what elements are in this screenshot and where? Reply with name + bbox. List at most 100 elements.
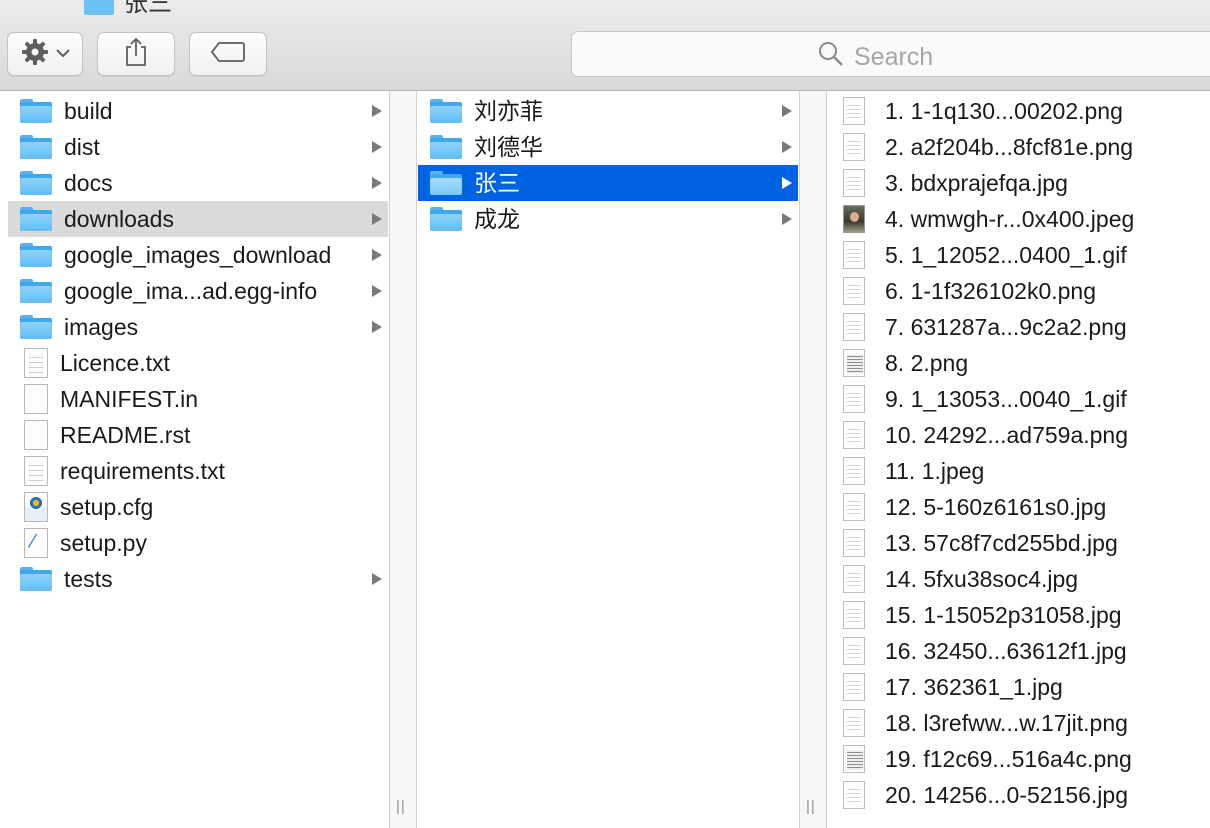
item-label: 20. 14256...0-52156.jpg xyxy=(885,782,1128,808)
action-menu-button[interactable] xyxy=(7,32,83,76)
file-row[interactable]: 11. 1.jpeg xyxy=(835,453,1210,489)
folder-icon xyxy=(430,99,462,123)
item-label: 5. 1_12052...0400_1.gif xyxy=(885,242,1127,268)
item-label: 16. 32450...63612f1.jpg xyxy=(885,638,1127,664)
column-resize-handle[interactable]: || xyxy=(396,798,406,815)
document-icon xyxy=(24,420,48,450)
item-label: 2. a2f204b...8fcf81e.png xyxy=(885,134,1134,160)
file-row[interactable]: 10. 24292...ad759a.png xyxy=(835,417,1210,453)
folder-icon xyxy=(20,135,52,159)
document-thumbnail-icon xyxy=(843,637,865,665)
disclosure-arrow-icon xyxy=(372,573,382,585)
edit-tags-button[interactable] xyxy=(189,32,267,76)
file-row[interactable]: Licence.txt xyxy=(8,345,388,381)
file-row[interactable]: 6. 1-1f326102k0.png xyxy=(835,273,1210,309)
file-row[interactable]: requirements.txt xyxy=(8,453,388,489)
item-label: tests xyxy=(64,566,113,592)
item-label: 19. f12c69...516a4c.png xyxy=(885,746,1132,772)
document-thumbnail-icon xyxy=(843,421,865,449)
item-label: images xyxy=(64,314,139,340)
folder-icon xyxy=(430,135,462,159)
document-thumbnail-icon xyxy=(843,709,865,737)
document-thumbnail-icon xyxy=(843,601,865,629)
folder-row[interactable]: 张三 xyxy=(418,165,798,201)
folder-icon xyxy=(20,207,52,231)
item-label: Licence.txt xyxy=(60,350,170,376)
config-file-icon xyxy=(24,492,48,522)
file-row[interactable]: 16. 32450...63612f1.jpg xyxy=(835,633,1210,669)
folder-row[interactable]: 成龙 xyxy=(418,201,798,237)
folder-row[interactable]: 刘亦菲 xyxy=(418,93,798,129)
folder-row[interactable]: build xyxy=(8,93,388,129)
file-row[interactable]: 7. 631287a...9c2a2.png xyxy=(835,309,1210,345)
toolbar: 张三 Search xyxy=(0,0,1210,91)
document-thumbnail-icon xyxy=(843,565,865,593)
text-file-icon xyxy=(24,456,48,486)
folder-icon xyxy=(430,171,462,195)
item-label: dist xyxy=(64,134,100,160)
document-thumbnail-icon xyxy=(843,277,865,305)
image-thumbnail-icon xyxy=(843,205,865,233)
folder-row[interactable]: dist xyxy=(8,129,388,165)
folder-row[interactable]: 刘德华 xyxy=(418,129,798,165)
folder-icon xyxy=(20,279,52,303)
column-resize-handle[interactable]: || xyxy=(806,798,816,815)
file-row[interactable]: 3. bdxprajefqa.jpg xyxy=(835,165,1210,201)
file-row[interactable]: 1. 1-1q130...00202.png xyxy=(835,93,1210,129)
item-label: 成龙 xyxy=(474,206,520,232)
document-thumbnail-icon xyxy=(843,169,865,197)
folder-row[interactable]: images xyxy=(8,309,388,345)
disclosure-arrow-icon xyxy=(372,141,382,153)
item-label: 4. wmwgh-r...0x400.jpeg xyxy=(885,206,1135,232)
document-thumbnail-icon xyxy=(843,241,865,269)
share-icon xyxy=(122,37,150,72)
share-button[interactable] xyxy=(97,32,175,76)
file-row[interactable]: 8. 2.png xyxy=(835,345,1210,381)
item-label: 张三 xyxy=(474,170,520,196)
item-label: 12. 5-160z6161s0.jpg xyxy=(885,494,1107,520)
file-row[interactable]: 5. 1_12052...0400_1.gif xyxy=(835,237,1210,273)
folder-row[interactable]: google_ima...ad.egg-info xyxy=(8,273,388,309)
document-thumbnail-icon xyxy=(843,745,865,773)
folder-row[interactable]: tests xyxy=(8,561,388,597)
file-row[interactable]: 9. 1_13053...0040_1.gif xyxy=(835,381,1210,417)
document-thumbnail-icon xyxy=(843,493,865,521)
disclosure-arrow-icon xyxy=(782,177,792,189)
folder-row[interactable]: downloads xyxy=(8,201,388,237)
item-label: 11. 1.jpeg xyxy=(885,458,985,484)
file-row[interactable]: 20. 14256...0-52156.jpg xyxy=(835,777,1210,813)
folder-icon xyxy=(84,0,114,15)
file-row[interactable]: MANIFEST.in xyxy=(8,381,388,417)
file-row[interactable]: 12. 5-160z6161s0.jpg xyxy=(835,489,1210,525)
file-row[interactable]: 19. f12c69...516a4c.png xyxy=(835,741,1210,777)
item-label: 3. bdxprajefqa.jpg xyxy=(885,170,1068,196)
file-row[interactable]: 17. 362361_1.jpg xyxy=(835,669,1210,705)
file-row[interactable]: setup.cfg xyxy=(8,489,388,525)
file-row[interactable]: 14. 5fxu38soc4.jpg xyxy=(835,561,1210,597)
file-row[interactable]: 4. wmwgh-r...0x400.jpeg xyxy=(835,201,1210,237)
file-row[interactable]: setup.py xyxy=(8,525,388,561)
document-thumbnail-icon xyxy=(843,385,865,413)
column-files: 1. 1-1q130...00202.png 2. a2f204b...8fcf8… xyxy=(827,91,1210,828)
disclosure-arrow-icon xyxy=(372,285,382,297)
item-label: google_ima...ad.egg-info xyxy=(64,278,318,304)
folder-row[interactable]: google_images_download xyxy=(8,237,388,273)
folder-row[interactable]: docs xyxy=(8,165,388,201)
file-row[interactable]: 2. a2f204b...8fcf81e.png xyxy=(835,129,1210,165)
file-row[interactable]: README.rst xyxy=(8,417,388,453)
item-label: setup.cfg xyxy=(60,494,154,520)
folder-icon xyxy=(20,567,52,591)
item-label: requirements.txt xyxy=(60,458,225,484)
disclosure-arrow-icon xyxy=(372,177,382,189)
tag-icon xyxy=(210,41,246,68)
file-row[interactable]: 15. 1-15052p31058.jpg xyxy=(835,597,1210,633)
folder-icon xyxy=(430,207,462,231)
folder-icon xyxy=(20,243,52,267)
disclosure-arrow-icon xyxy=(782,105,792,117)
file-row[interactable]: 13. 57c8f7cd255bd.jpg xyxy=(835,525,1210,561)
search-field[interactable]: Search xyxy=(571,31,1210,77)
item-label: 刘德华 xyxy=(474,134,543,160)
file-row[interactable]: 18. l3refww...w.17jit.png xyxy=(835,705,1210,741)
item-label: README.rst xyxy=(60,422,191,448)
window-title-text: 张三 xyxy=(124,0,172,17)
